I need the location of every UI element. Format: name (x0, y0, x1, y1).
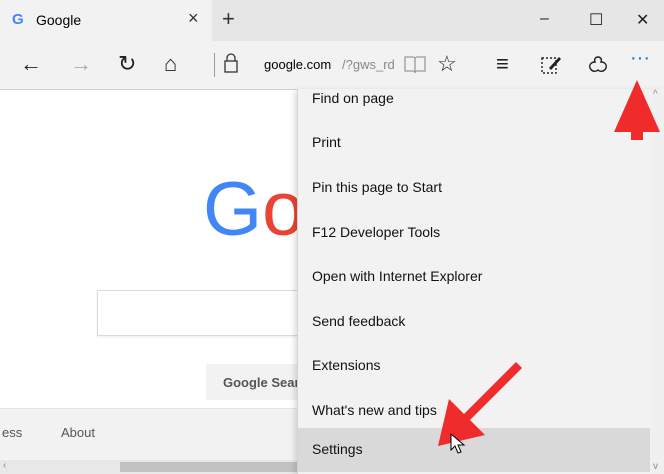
home-icon[interactable]: ⌂ (164, 51, 177, 77)
menu-item-label: Find on page (312, 90, 394, 106)
menu-item-whats-new[interactable]: What's new and tips (298, 389, 650, 433)
navigation-bar: ← → ↻ ⌂ google.com /?gws_rd ☆ ≡ ··· (0, 41, 664, 90)
menu-item-settings[interactable]: Settings (298, 428, 650, 472)
address-host: google.com (264, 57, 332, 72)
menu-item-label: Open with Internet Explorer (312, 268, 483, 284)
menu-item-f12-developer-tools[interactable]: F12 Developer Tools (298, 211, 650, 255)
more-icon[interactable]: ··· (630, 47, 650, 70)
menu-item-extensions[interactable]: Extensions (298, 344, 650, 388)
browser-window: G Google × + – ☐ ✕ ← → ↻ ⌂ google.com /?… (0, 0, 664, 474)
tab-strip: G Google × + – ☐ ✕ (0, 0, 664, 41)
google-logo: Go (203, 166, 304, 253)
menu-item-label: Pin this page to Start (312, 179, 442, 195)
scroll-up-icon[interactable]: ^ (653, 89, 658, 100)
close-window-button[interactable]: ✕ (636, 10, 649, 30)
share-icon[interactable] (587, 54, 609, 76)
web-note-icon[interactable] (539, 53, 563, 77)
maximize-button[interactable]: ☐ (589, 10, 603, 30)
menu-item-label: F12 Developer Tools (312, 224, 441, 240)
logo-letter-g: G (203, 167, 263, 252)
tab-title: Google (36, 12, 82, 28)
reading-view-icon[interactable] (404, 55, 426, 75)
address-path: /?gws_rd (342, 57, 395, 72)
lock-icon (224, 53, 238, 73)
close-icon[interactable]: × (188, 8, 199, 29)
footer-link-about[interactable]: About (61, 425, 95, 440)
menu-item-pin-to-start[interactable]: Pin this page to Start (298, 166, 650, 210)
refresh-icon[interactable]: ↻ (118, 51, 136, 77)
forward-icon[interactable]: → (70, 51, 92, 77)
menu-item-print[interactable]: Print (298, 121, 650, 165)
menu-item-label: Settings (312, 441, 363, 457)
menu-item-send-feedback[interactable]: Send feedback (298, 300, 650, 344)
minimize-button[interactable]: – (540, 10, 549, 28)
scroll-down-icon[interactable]: v (653, 461, 658, 472)
scrollbar-thumb[interactable] (120, 462, 300, 472)
back-icon[interactable]: ← (20, 51, 42, 77)
google-favicon-icon: G (12, 11, 24, 28)
toolbar-divider (214, 53, 215, 77)
address-bar[interactable]: google.com /?gws_rd (224, 49, 414, 81)
menu-item-label: Print (312, 134, 341, 150)
scroll-left-icon[interactable]: ‹ (3, 460, 6, 471)
menu-item-open-with-ie[interactable]: Open with Internet Explorer (298, 255, 650, 299)
favorite-star-icon[interactable]: ☆ (437, 51, 457, 77)
footer-link-business[interactable]: ess (2, 425, 22, 440)
menu-item-find-on-page[interactable]: Find on page (298, 89, 650, 121)
menu-vertical-scrollbar[interactable]: ^ v (651, 89, 664, 474)
tab-google[interactable]: G Google × (0, 0, 212, 41)
menu-item-label: Send feedback (312, 313, 406, 329)
more-actions-menu: Find on page Print Pin this page to Star… (297, 89, 664, 474)
new-tab-icon[interactable]: + (222, 6, 235, 32)
menu-item-label: Extensions (312, 357, 381, 373)
hub-icon[interactable]: ≡ (496, 51, 509, 77)
menu-item-label: What's new and tips (312, 402, 437, 418)
